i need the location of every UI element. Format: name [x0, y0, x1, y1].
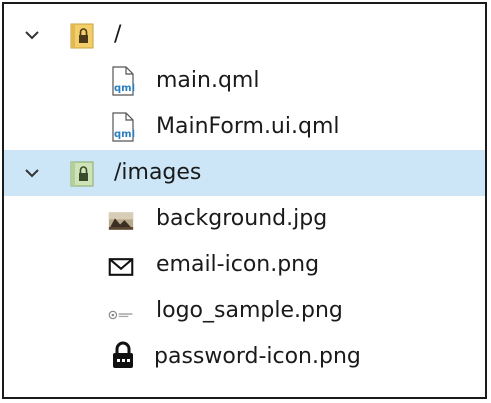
tree-item-label: background.jpg — [156, 206, 328, 231]
tree-item-password-icon-png[interactable]: password-icon.png — [4, 334, 485, 380]
image-file-icon — [108, 206, 134, 236]
folder-lock-icon — [70, 158, 96, 188]
resource-tree: / qml main.qml qml MainForm.ui.qml /imag… — [2, 2, 487, 399]
envelope-icon — [108, 252, 134, 282]
tree-item-label: email-icon.png — [156, 252, 320, 277]
tree-item-label: MainForm.ui.qml — [156, 114, 340, 139]
qml-file-icon: qml — [110, 66, 136, 96]
chevron-down-icon[interactable] — [22, 25, 42, 45]
tree-item-root[interactable]: / — [4, 12, 485, 58]
tree-item-label: main.qml — [156, 68, 260, 93]
tree-item-label: logo_sample.png — [156, 298, 343, 323]
tree-item-main-qml[interactable]: qml main.qml — [4, 58, 485, 104]
padlock-icon — [110, 340, 136, 370]
logo-thumbnail-icon — [108, 300, 134, 330]
tree-item-images[interactable]: /images — [4, 150, 485, 196]
chevron-down-icon[interactable] — [22, 163, 42, 183]
folder-lock-icon — [70, 20, 96, 50]
tree-item-logo-sample-png[interactable]: logo_sample.png — [4, 288, 485, 334]
tree-item-label: /images — [114, 160, 202, 185]
qml-file-icon: qml — [110, 112, 136, 142]
tree-item-label: password-icon.png — [154, 344, 361, 369]
tree-item-label: / — [114, 22, 122, 47]
svg-text:qml: qml — [114, 129, 135, 140]
tree-item-email-icon-png[interactable]: email-icon.png — [4, 242, 485, 288]
tree-item-mainform-ui-qml[interactable]: qml MainForm.ui.qml — [4, 104, 485, 150]
tree-item-background-jpg[interactable]: background.jpg — [4, 196, 485, 242]
svg-text:qml: qml — [114, 83, 135, 94]
